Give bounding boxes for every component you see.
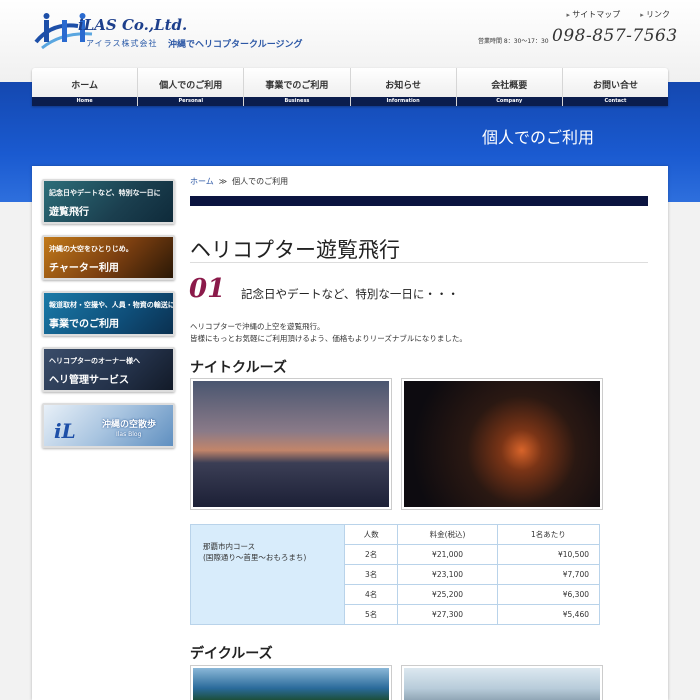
nav-home[interactable]: ホーム Home xyxy=(32,68,139,106)
nav-company[interactable]: 会社概要 Company xyxy=(456,68,563,106)
breadcrumb-current: 個人でのご利用 xyxy=(232,177,289,186)
banner-caption: 沖縄の大空をひとりじめ。 xyxy=(49,245,133,253)
price-cell: ¥23,100 xyxy=(397,564,498,585)
people-cell: 5名 xyxy=(343,604,399,625)
banner-title: 事業でのご利用 xyxy=(49,319,119,330)
price-table: 那覇市内コース (国際通り〜首里〜おもろまち) 人数 料金(税込) 1名あたり … xyxy=(190,524,601,625)
nav-sublabel: Home xyxy=(32,97,138,106)
banner-caption: 報道取材・空撮や、人員・物資の輸送に xyxy=(49,301,175,309)
sidebar-banner-management[interactable]: ヘリコプターのオーナー様へ ヘリ管理サービス xyxy=(42,347,175,392)
banner-title: 遊覧飛行 xyxy=(49,207,89,218)
people-cell: 4名 xyxy=(343,584,399,605)
sidebar-banner-business[interactable]: 報道取材・空撮や、人員・物資の輸送に 事業でのご利用 xyxy=(42,291,175,336)
header-cell: 1名あたり xyxy=(496,524,601,545)
sitemap-link[interactable]: サイトマップ xyxy=(567,9,620,20)
nav-label: 会社概要 xyxy=(491,81,528,91)
nav-sublabel: Information xyxy=(350,97,456,106)
logo-text: iLAS Co.,Ltd. xyxy=(78,16,188,34)
day-photo-heli xyxy=(401,665,603,700)
title-divider xyxy=(190,262,648,263)
nav-sublabel: Business xyxy=(244,97,350,106)
banner-caption: 記念日やデートなど、特別な一日に xyxy=(49,189,161,197)
price-cell: ¥21,000 xyxy=(397,544,498,565)
per-person-cell: ¥7,700 xyxy=(496,564,601,585)
nav-sublabel: Company xyxy=(456,97,562,106)
price-cell: ¥27,300 xyxy=(397,604,498,625)
section-number: 01 xyxy=(189,274,226,304)
course-route: (国際通り〜首里〜おもろまち) xyxy=(203,553,307,562)
course-name: 那覇市内コース xyxy=(203,542,256,551)
per-person-cell: ¥5,460 xyxy=(496,604,601,625)
breadcrumb-bar xyxy=(190,196,648,206)
phone-number: 098-857-7563 xyxy=(552,26,678,46)
logo-subtext: アイラス株式会社 xyxy=(86,39,158,48)
nav-sublabel: Contact xyxy=(562,97,669,106)
per-person-cell: ¥6,300 xyxy=(496,584,601,605)
sidebar-banner-charter[interactable]: 沖縄の大空をひとりじめ。 チャーター利用 xyxy=(42,235,175,280)
page-heading: 個人でのご利用 xyxy=(482,128,595,147)
night-cruise-title: ナイトクルーズ xyxy=(190,360,287,376)
people-cell: 2名 xyxy=(343,544,399,565)
section-lead: 記念日やデートなど、特別な一日に・・・ xyxy=(241,287,459,301)
breadcrumb: ホーム ≫ 個人でのご利用 xyxy=(190,176,288,187)
price-cell: ¥25,200 xyxy=(397,584,498,605)
intro-text: ヘリコプターで沖縄の上空を遊覧飛行。 皆様にもっとお気軽にご利用頂けるよう、価格… xyxy=(190,321,467,345)
global-nav: ホーム Home 個人でのご利用 Personal 事業でのご利用 Busine… xyxy=(32,68,669,106)
site-tagline: 沖縄でヘリコプタークルージング xyxy=(168,40,303,50)
nav-label: 個人でのご利用 xyxy=(159,81,223,91)
header-cell: 料金(税込) xyxy=(397,524,498,545)
nav-business[interactable]: 事業でのご利用 Business xyxy=(244,68,351,106)
banner-title: 沖縄の空散歩 xyxy=(102,420,157,430)
blog-logo-icon: iL xyxy=(54,419,76,443)
nav-label: ホーム xyxy=(71,81,98,91)
people-cell: 3名 xyxy=(343,564,399,585)
intro-line: ヘリコプターで沖縄の上空を遊覧飛行。 xyxy=(190,322,325,331)
per-person-cell: ¥10,500 xyxy=(496,544,601,565)
banner-caption: ヘリコプターのオーナー様へ xyxy=(49,357,140,365)
banner-title: チャーター利用 xyxy=(49,263,119,274)
nav-label: お問い合せ xyxy=(592,81,638,91)
table-row: 那覇市内コース (国際通り〜首里〜おもろまち) 人数 料金(税込) 1名あたり xyxy=(190,524,601,625)
nav-contact[interactable]: お問い合せ Contact xyxy=(562,68,669,106)
nav-sublabel: Personal xyxy=(138,97,244,106)
business-hours: 営業時間 8：30〜17：30 xyxy=(478,38,549,45)
sidebar-banner-sightseeing[interactable]: 記念日やデートなど、特別な一日に 遊覧飛行 xyxy=(42,179,175,224)
night-photo-city xyxy=(401,378,603,510)
nav-information[interactable]: お知らせ Information xyxy=(350,68,457,106)
day-cruise-title: デイクルーズ xyxy=(190,646,273,662)
day-photo-coast xyxy=(190,665,392,700)
banner-title: ヘリ管理サービス xyxy=(49,375,129,386)
course-cell: 那覇市内コース (国際通り〜首里〜おもろまち) xyxy=(190,524,345,625)
night-photo-dusk xyxy=(190,378,392,510)
nav-personal[interactable]: 個人でのご利用 Personal xyxy=(138,68,245,106)
banner-caption: Ilas Blog xyxy=(116,431,142,438)
intro-line: 皆様にもっとお気軽にご利用頂けるよう、価格もよりリーズナブルになりました。 xyxy=(190,334,467,343)
nav-label: お知らせ xyxy=(385,81,422,91)
top-links: サイトマップ リンク xyxy=(567,9,670,20)
breadcrumb-separator-icon: ≫ xyxy=(218,177,228,186)
breadcrumb-home[interactable]: ホーム xyxy=(190,177,214,186)
header-cell: 人数 xyxy=(343,524,399,545)
sidebar-banner-blog[interactable]: iL 沖縄の空散歩 Ilas Blog xyxy=(42,403,175,448)
links-link[interactable]: リンク xyxy=(640,9,670,20)
nav-label: 事業でのご利用 xyxy=(265,81,329,91)
content-title: ヘリコプター遊覧飛行 xyxy=(190,238,400,262)
